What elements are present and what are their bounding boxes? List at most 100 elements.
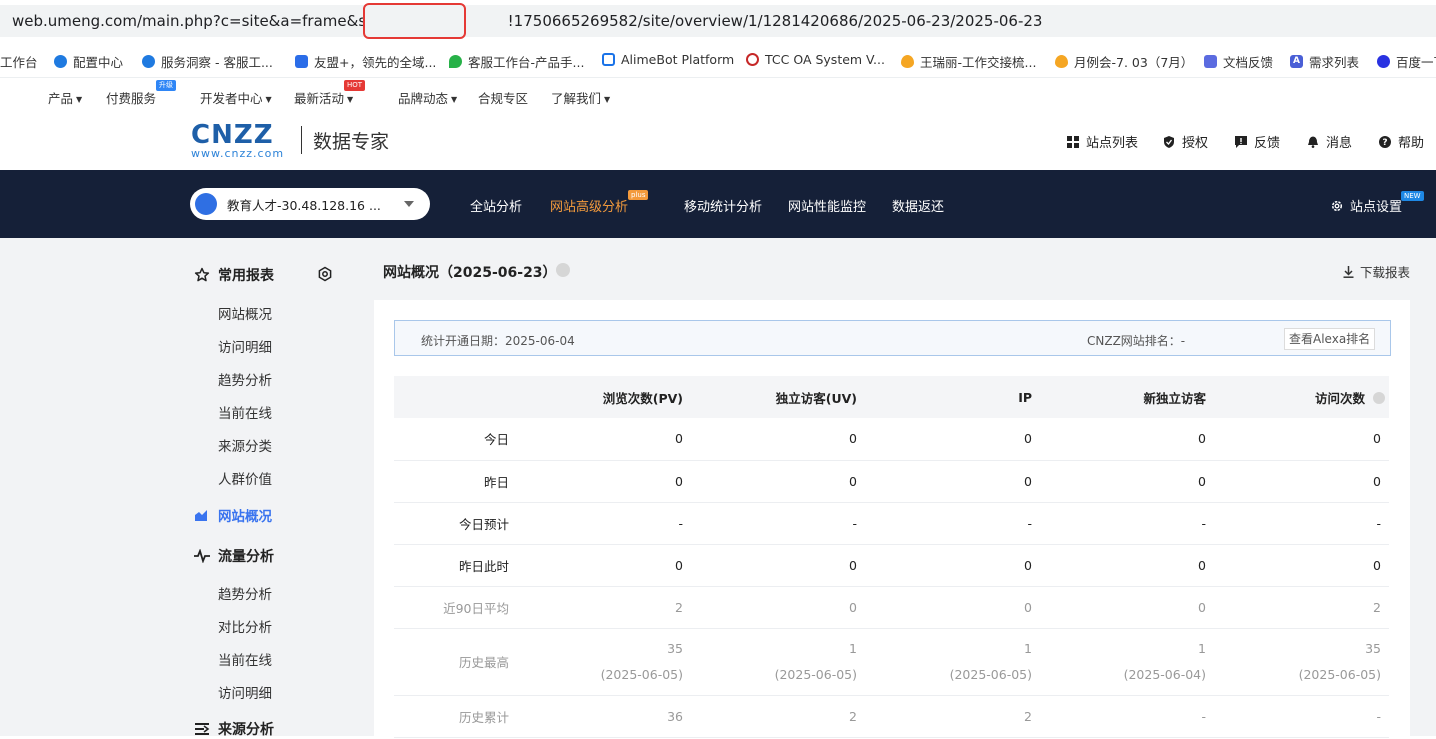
link-label: 站点列表 <box>1086 136 1139 151</box>
bookmark-kefu-manual[interactable]: 客服工作台-产品手... <box>449 52 584 71</box>
sidebar-item-crowd-value[interactable]: 人群价值 <box>218 468 272 488</box>
bookmark-tcc-oa[interactable]: TCC OA System V... <box>746 52 885 67</box>
feedback-link[interactable]: 反馈 <box>1235 132 1280 151</box>
tab-advanced-analysis[interactable]: 网站高级分析 plus <box>550 190 649 215</box>
menu-brand-news[interactable]: 品牌动态 ▼ <box>398 88 457 107</box>
globe-icon <box>746 53 759 66</box>
messages-link[interactable]: 消息 <box>1307 132 1352 151</box>
cell-date: (2025-06-05) <box>949 667 1032 682</box>
help-link[interactable]: ? 帮助 <box>1379 132 1424 151</box>
logo-divider <box>301 126 302 154</box>
group-title: 来源分析 <box>218 722 274 738</box>
cell-value: 0 <box>1198 557 1206 573</box>
site-selector[interactable]: 教育人才-30.48.128.16 ... <box>190 188 430 220</box>
table-row: 历史累计 36 2 2 - - <box>394 695 1389 738</box>
table-cell: 2 <box>863 695 1038 738</box>
table-cell: - <box>1212 695 1389 738</box>
table-row: 历史最高 35 (2025-06-05) 1 (2025-06-05) 1 (2025-06… <box>394 628 1389 696</box>
sidebar-item-trend-analysis-2[interactable]: 趋势分析 <box>218 583 272 603</box>
sidebar-item-visit-details[interactable]: 访问明细 <box>218 336 272 356</box>
svg-text:?: ? <box>1382 138 1387 148</box>
table-cell: 0 <box>1038 544 1212 587</box>
info-tooltip-icon[interactable] <box>556 263 570 277</box>
chart-icon <box>194 508 210 522</box>
cell-value: 0 <box>1024 431 1032 447</box>
sidebar-item-visit-details-2[interactable]: 访问明细 <box>218 682 272 702</box>
menu-label: 合规专区 <box>478 91 529 106</box>
bookmark-workbench[interactable]: 工作台 <box>0 52 38 71</box>
tab-performance-monitor[interactable]: 网站性能监控 <box>788 196 866 215</box>
cnzz-logo[interactable]: CNZZ www.cnzz.com <box>191 122 284 160</box>
caret-down-icon: ▼ <box>604 95 611 104</box>
sidebar-item-online-now[interactable]: 当前在线 <box>218 402 272 422</box>
site-header: CNZZ www.cnzz.com 数据专家 站点列表 授权 反馈 消息 ? 帮… <box>0 110 1436 170</box>
menu-paid-service[interactable]: 付费服务 升级 <box>106 80 176 107</box>
chevron-down-icon <box>404 201 414 207</box>
bookmark-doc-feedback[interactable]: 文档反馈 <box>1204 52 1273 71</box>
menu-products[interactable]: 产品 ▼ <box>48 88 82 107</box>
col-header-label: 访问次数 <box>1314 390 1365 406</box>
sidebar-group-source[interactable]: 来源分析 <box>194 719 274 739</box>
cell-value: 1 <box>1198 641 1206 656</box>
row-label: 历史最高 <box>394 628 515 696</box>
sidebar-item-trend-analysis[interactable]: 趋势分析 <box>218 369 272 389</box>
overview-label: 网站概况 <box>218 509 272 525</box>
bookmark-umeng[interactable]: 友盟+，领先的全域... <box>295 52 436 71</box>
view-alexa-rank-button[interactable]: 查看Alexa排名 <box>1284 328 1376 350</box>
bookmark-label: 服务洞察 - 客服工... <box>161 55 273 70</box>
bookmark-monthly-meeting[interactable]: 月例会-7. 03（7月） <box>1055 52 1193 71</box>
bookmark-service-insight[interactable]: 服务洞察 - 客服工... <box>142 52 273 71</box>
sidebar-item-source-category[interactable]: 来源分类 <box>218 435 272 455</box>
bookmark-handover[interactable]: 王瑞丽-工作交接梳... <box>901 52 1036 71</box>
table-cell: 0 <box>863 586 1038 629</box>
bookmark-label: 需求列表 <box>1309 55 1360 70</box>
sidebar-group-common[interactable]: 常用报表 <box>194 265 274 285</box>
cell-value: 0 <box>675 557 683 573</box>
settings-label: 站点设置 <box>1350 200 1403 215</box>
help-icon: ? <box>1379 135 1391 148</box>
download-report-button[interactable]: 下载报表 <box>1343 262 1410 281</box>
cell-value: 36 <box>667 708 683 724</box>
customize-settings-icon[interactable] <box>317 266 333 286</box>
menu-label: 开发者中心 <box>200 91 263 106</box>
tab-mobile-analytics[interactable]: 移动统计分析 <box>684 196 762 215</box>
bookmark-label: TCC OA System V... <box>765 52 885 67</box>
paw-icon <box>1377 55 1390 68</box>
cell-value: - <box>1201 708 1206 724</box>
row-label: 今日预计 <box>394 502 515 545</box>
site-settings-link[interactable]: 站点设置 NEW <box>1330 191 1424 215</box>
main-nav: 教育人才-30.48.128.16 ... 全站分析 网站高级分析 plus 移… <box>0 170 1436 238</box>
bookmark-alimebot[interactable]: AlimeBot Platform <box>602 52 734 67</box>
overview-stats-table: 浏览次数(PV) 独立访客(UV) IP 新独立访客 访问次数 今日 0 0 0 0 0 昨… <box>394 376 1389 738</box>
menu-compliance[interactable]: 合规专区 <box>478 88 528 107</box>
menu-developer-center[interactable]: 开发者中心 ▼ <box>200 88 272 107</box>
authorize-link[interactable]: 授权 <box>1163 132 1208 151</box>
sidebar-item-site-overview[interactable]: 网站概况 <box>218 303 272 323</box>
menu-about-us[interactable]: 了解我们 ▼ <box>551 88 610 107</box>
bookmark-config-center[interactable]: 配置中心 <box>54 52 123 71</box>
url-text[interactable]: web.umeng.com/main.php?c=site&a=frame&si… <box>12 12 1042 30</box>
sidebar-item-compare-analysis[interactable]: 对比分析 <box>218 616 272 636</box>
row-label: 昨日 <box>394 460 515 503</box>
cell-value: - <box>678 515 683 531</box>
sidebar-item-overview-active[interactable]: 网站概况 <box>194 505 272 525</box>
table-cell: 1 (2025-06-05) <box>689 628 863 696</box>
cell-value: 0 <box>1024 473 1032 489</box>
cell-value: - <box>1376 515 1381 531</box>
bookmark-requirements[interactable]: A 需求列表 <box>1290 52 1359 71</box>
cell-value: 35 <box>667 641 683 656</box>
open-date: 统计开通日期：2025-06-04 <box>421 334 575 348</box>
bookmark-label: 客服工作台-产品手... <box>468 55 585 70</box>
tab-data-return[interactable]: 数据返还 <box>892 196 944 215</box>
sidebar-group-traffic[interactable]: 流量分析 <box>194 546 274 566</box>
gear-icon <box>1330 199 1344 213</box>
bell-icon <box>1307 136 1319 148</box>
sidebar-item-online-now-2[interactable]: 当前在线 <box>218 649 272 669</box>
info-tooltip-icon[interactable] <box>1373 391 1385 404</box>
menu-label: 品牌动态 <box>398 91 449 106</box>
bookmark-baidu[interactable]: 百度一下 <box>1377 52 1436 71</box>
menu-latest-activities[interactable]: 最新活动 HOT ▼ <box>294 80 366 107</box>
table-cell: 0 <box>689 586 863 629</box>
tab-full-site-analysis[interactable]: 全站分析 <box>470 196 522 215</box>
site-list-link[interactable]: 站点列表 <box>1067 132 1138 151</box>
